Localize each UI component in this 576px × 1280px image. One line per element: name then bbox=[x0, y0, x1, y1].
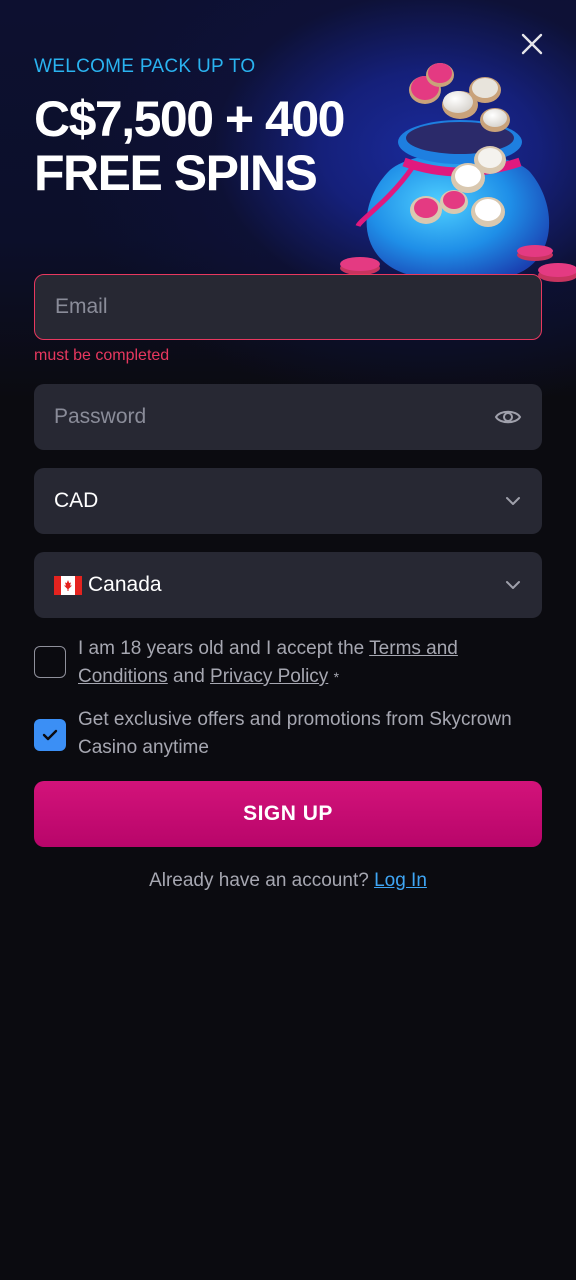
email-placeholder: Email bbox=[55, 295, 108, 318]
sign-up-button[interactable]: SIGN UP bbox=[34, 781, 542, 847]
promotions-checkbox[interactable] bbox=[34, 719, 66, 751]
checkmark-icon bbox=[42, 729, 58, 741]
terms-checkbox[interactable] bbox=[34, 646, 66, 678]
terms-label: I am 18 years old and I accept the Terms… bbox=[78, 635, 518, 691]
password-field[interactable]: Password bbox=[34, 384, 542, 450]
promo-kicker: WELCOME PACK UP TO bbox=[34, 56, 256, 77]
promotions-label: Get exclusive offers and promotions from… bbox=[78, 709, 512, 758]
close-icon bbox=[521, 33, 543, 55]
headline-line-1: C$7,500 + 400 bbox=[34, 91, 345, 147]
email-field[interactable]: Email bbox=[34, 274, 542, 340]
password-placeholder: Password bbox=[54, 405, 147, 428]
privacy-policy-link[interactable]: Privacy Policy bbox=[210, 666, 328, 687]
terms-text-between: and bbox=[167, 666, 211, 687]
show-password-toggle[interactable] bbox=[494, 407, 522, 427]
eye-icon bbox=[494, 410, 522, 424]
currency-chevron bbox=[504, 495, 522, 507]
required-mark: * bbox=[333, 669, 340, 685]
log-in-link[interactable]: Log In bbox=[374, 870, 427, 891]
chevron-down-icon bbox=[506, 497, 520, 505]
country-value: Canada bbox=[88, 573, 162, 596]
login-prompt: Already have an account? Log In bbox=[0, 870, 576, 892]
close-button[interactable] bbox=[516, 28, 548, 60]
currency-value: CAD bbox=[54, 489, 99, 512]
promo-headline: C$7,500 + 400 FREE SPINS bbox=[34, 92, 414, 200]
headline-line-2: FREE SPINS bbox=[34, 145, 318, 201]
terms-text-before: I am 18 years old and I accept the bbox=[78, 638, 370, 659]
login-prompt-text: Already have an account? bbox=[149, 870, 369, 891]
email-error-message: must be completed bbox=[34, 347, 170, 364]
chevron-down-icon bbox=[506, 581, 520, 589]
country-chevron bbox=[504, 579, 522, 591]
canada-flag-icon bbox=[54, 575, 82, 595]
currency-select[interactable]: CAD bbox=[34, 468, 542, 534]
country-select[interactable]: Canada bbox=[34, 552, 542, 618]
